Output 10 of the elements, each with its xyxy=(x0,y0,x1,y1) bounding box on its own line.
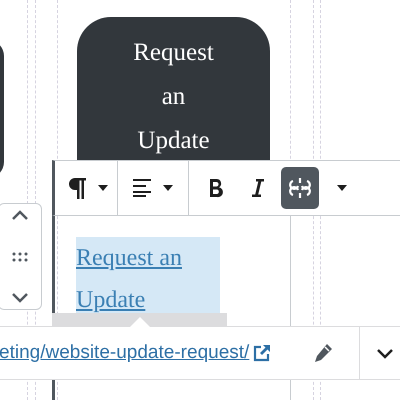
link-url[interactable]: eting/website-update-request/ xyxy=(0,338,250,368)
chevron-down-icon[interactable] xyxy=(11,292,29,303)
external-link-icon[interactable] xyxy=(253,344,272,362)
button-block[interactable]: Request an Update xyxy=(77,17,270,160)
pencil-icon[interactable] xyxy=(313,343,334,363)
button-text: Request an Update xyxy=(132,38,215,156)
chevron-up-icon[interactable] xyxy=(11,210,29,221)
chevron-down-icon[interactable] xyxy=(376,348,394,358)
drag-handle-icon[interactable] xyxy=(12,252,28,262)
link-icon[interactable] xyxy=(281,167,319,209)
